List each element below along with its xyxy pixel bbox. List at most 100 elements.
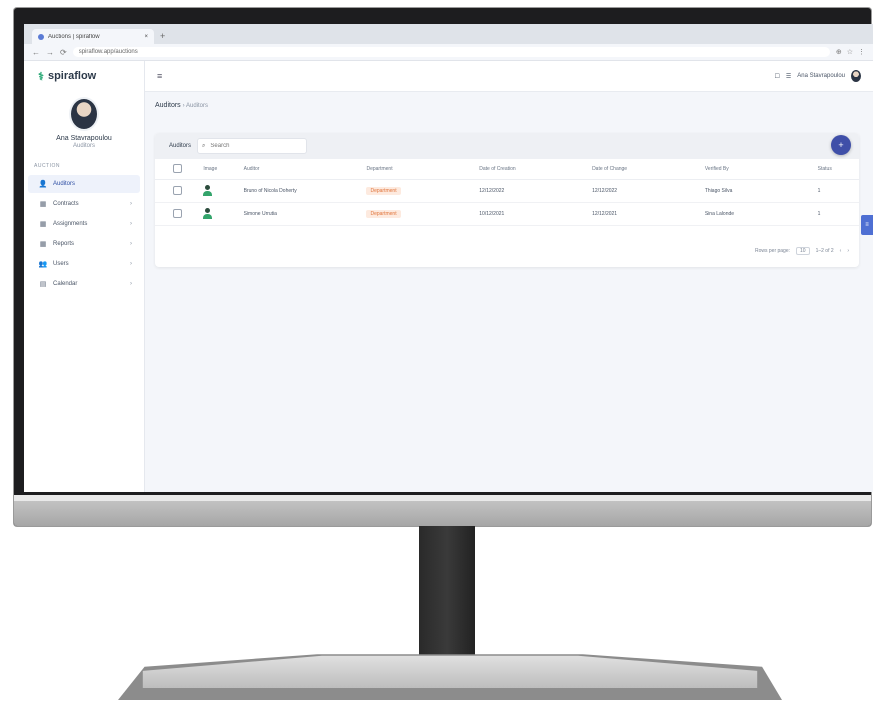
cell-verified: Sina Lalonde bbox=[703, 202, 817, 226]
monitor-neck bbox=[419, 526, 475, 658]
col-header[interactable]: Image bbox=[202, 159, 243, 180]
sidebar-item-label: Calendar bbox=[53, 281, 78, 287]
col-header[interactable]: Date of Change bbox=[591, 159, 704, 180]
cell-created: 12/12/2022 bbox=[478, 179, 592, 203]
topbar-right: ☐ ☰ Ana Stavrapoulou bbox=[775, 70, 861, 82]
col-header[interactable]: Auditor bbox=[242, 159, 366, 180]
grid-icon: ▦ bbox=[39, 221, 47, 228]
back-icon[interactable]: ← bbox=[32, 48, 40, 57]
topbar: ≡ ☐ ☰ Ana Stavrapoulou bbox=[145, 61, 873, 92]
app-shell: ⚕ spiraflow Ana Stavrapoulou Auditors AU… bbox=[24, 61, 873, 492]
favicon-icon bbox=[38, 33, 44, 40]
search-icon: ⌕ bbox=[202, 142, 206, 149]
person-icon bbox=[203, 184, 213, 196]
sidebar-item-calendar[interactable]: ▤ Calendar › bbox=[28, 275, 140, 293]
chevron-right-icon[interactable]: › bbox=[130, 241, 132, 247]
avatar[interactable] bbox=[69, 97, 99, 131]
cell-status: 1 bbox=[816, 179, 859, 203]
next-page-icon[interactable]: › bbox=[847, 248, 849, 254]
table-row[interactable]: Simone Urrutia Department 10/12/2021 12/12/… bbox=[155, 202, 859, 226]
main-content: ≡ ☐ ☰ Ana Stavrapoulou Auditors › Audito… bbox=[145, 61, 873, 492]
cell-created: 10/12/2021 bbox=[478, 202, 592, 226]
reload-icon[interactable]: ⟳ bbox=[60, 48, 67, 57]
col-header[interactable]: Verified By bbox=[703, 159, 817, 180]
logo-icon: ⚕ bbox=[38, 70, 44, 83]
col-select bbox=[155, 159, 203, 180]
search-box[interactable]: ⌕ bbox=[197, 138, 308, 154]
browser-tab-title: Auctions | spiraflow bbox=[48, 33, 100, 40]
screen: Auctions | spiraflow × + ← → ⟳ spiraflow… bbox=[24, 24, 873, 492]
prev-page-icon[interactable]: ‹ bbox=[840, 248, 842, 254]
cell-changed: 12/12/2021 bbox=[591, 202, 704, 226]
sidebar-item-reports[interactable]: ▦ Reports › bbox=[28, 235, 140, 253]
browser-tools: ⊕ ☆ ⋮ bbox=[836, 48, 865, 56]
card-title: Auditors bbox=[169, 143, 192, 149]
sidebar: ⚕ spiraflow Ana Stavrapoulou Auditors AU… bbox=[24, 61, 145, 492]
zoom-icon[interactable]: ⊕ bbox=[836, 48, 842, 56]
new-tab-button[interactable]: + bbox=[160, 31, 165, 41]
chevron-right-icon[interactable]: › bbox=[130, 261, 132, 267]
sidebar-item-assignments[interactable]: ▦ Assignments › bbox=[28, 215, 140, 233]
monitor-base bbox=[142, 655, 758, 688]
cell-changed: 12/12/2022 bbox=[591, 179, 704, 203]
settings-icon[interactable]: ☐ bbox=[775, 73, 780, 80]
side-panel-toggle[interactable]: ≡ bbox=[861, 215, 873, 235]
chevron-right-icon[interactable]: › bbox=[130, 201, 132, 207]
extensions-icon[interactable]: ⋮ bbox=[858, 48, 865, 56]
department-badge: Department bbox=[366, 187, 401, 195]
sidebar-item-label: Assignments bbox=[53, 221, 88, 227]
rows-per-page-select[interactable]: 10 bbox=[796, 247, 810, 255]
col-header[interactable]: Department bbox=[365, 159, 479, 180]
row-checkbox[interactable] bbox=[173, 185, 182, 195]
add-button[interactable]: + bbox=[831, 135, 851, 155]
chevron-right-icon[interactable]: › bbox=[130, 221, 132, 227]
cell-verified: Thiago Silva bbox=[703, 179, 817, 203]
search-input[interactable] bbox=[208, 142, 293, 150]
select-all-checkbox[interactable] bbox=[173, 163, 182, 173]
row-image bbox=[202, 202, 243, 226]
table-row[interactable]: Bruno of Nicola Doherty Department 12/12/2… bbox=[155, 179, 859, 203]
sidebar-item-label: Auditors bbox=[53, 181, 76, 187]
cell-department: Department bbox=[365, 179, 479, 203]
rows-per-page-label: Rows per page: bbox=[754, 248, 791, 254]
forward-icon[interactable]: → bbox=[46, 48, 54, 57]
grid-icon: ▦ bbox=[39, 241, 47, 248]
col-header[interactable]: Date of Creation bbox=[478, 159, 592, 180]
browser-tabbar: Auctions | spiraflow × + bbox=[24, 24, 873, 44]
brand[interactable]: ⚕ spiraflow bbox=[24, 61, 144, 91]
calendar-icon: ▤ bbox=[39, 281, 47, 288]
col-header[interactable]: Status bbox=[816, 159, 859, 180]
star-icon[interactable]: ☆ bbox=[847, 48, 853, 56]
cell-auditor: Simone Urrutia bbox=[242, 202, 366, 226]
breadcrumb-title[interactable]: Auditors bbox=[155, 102, 181, 109]
sidebar-item-label: Contracts bbox=[53, 201, 79, 207]
cell-status: 1 bbox=[816, 202, 859, 226]
row-checkbox[interactable] bbox=[173, 208, 182, 218]
address-text: spiraflow.app/auctions bbox=[78, 49, 138, 55]
department-badge: Department bbox=[366, 210, 401, 218]
sidebar-item-label: Users bbox=[53, 261, 69, 267]
sidebar-menu: 👤 Auditors ▦ Contracts › ▦ Assignments › ▦ Report… bbox=[24, 175, 144, 293]
close-icon[interactable]: × bbox=[144, 34, 148, 40]
chevron-right-icon[interactable]: › bbox=[130, 281, 132, 287]
breadcrumb: Auditors › Auditors bbox=[145, 92, 873, 119]
table-header-row: Image Auditor Department Date of Creation Da… bbox=[155, 159, 859, 180]
browser-urlbar: ← → ⟳ spiraflow.app/auctions ⊕ ☆ ⋮ bbox=[24, 44, 873, 61]
pagination-range: 1–2 of 2 bbox=[815, 248, 834, 254]
language-icon[interactable]: ☰ bbox=[786, 73, 791, 80]
table-body: Bruno of Nicola Doherty Department 12/12/2… bbox=[155, 179, 859, 226]
menu-icon[interactable]: ≡ bbox=[157, 71, 162, 81]
browser-tab[interactable]: Auctions | spiraflow × bbox=[32, 29, 154, 44]
address-bar[interactable]: spiraflow.app/auctions bbox=[72, 47, 830, 57]
topbar-user-name[interactable]: Ana Stavrapoulou bbox=[797, 73, 845, 79]
sidebar-item-contracts[interactable]: ▦ Contracts › bbox=[28, 195, 140, 213]
users-icon: 👥 bbox=[38, 261, 48, 268]
pagination: Rows per page: 10 1–2 of 2 ‹ › bbox=[755, 247, 849, 255]
row-select bbox=[155, 202, 203, 226]
sidebar-item-auditors[interactable]: 👤 Auditors bbox=[28, 175, 140, 193]
row-image bbox=[202, 179, 243, 203]
breadcrumb-sub: › Auditors bbox=[182, 103, 208, 109]
user-avatar[interactable] bbox=[851, 70, 861, 82]
sidebar-item-label: Reports bbox=[53, 241, 75, 247]
sidebar-item-users[interactable]: 👥 Users › bbox=[28, 255, 140, 273]
